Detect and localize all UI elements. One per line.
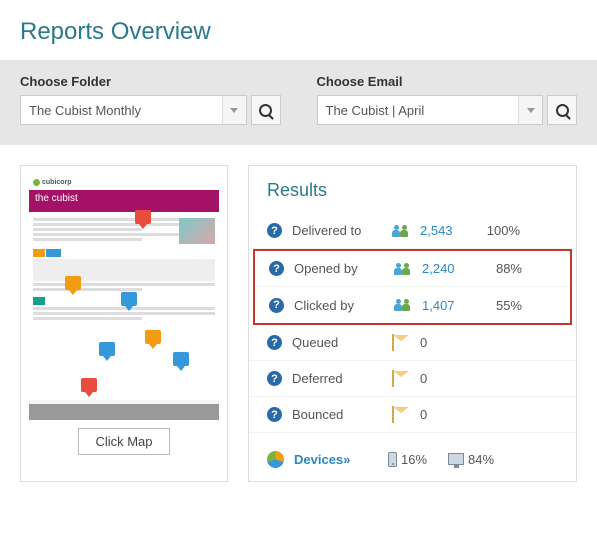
stat-pct: 55% <box>476 298 522 313</box>
email-search-button[interactable] <box>547 95 577 125</box>
highlight-box: ? Opened by 2,240 88% ? Clicked by 1,407… <box>253 249 572 325</box>
heatmap-pin-icon <box>99 342 115 356</box>
stat-pct: 88% <box>476 261 522 276</box>
heatmap-pin-icon <box>145 330 161 344</box>
folder-dropdown[interactable]: The Cubist Monthly <box>20 95 247 125</box>
email-filter: Choose Email The Cubist | April <box>317 74 578 125</box>
stat-row-delivered: ? Delivered to 2,543 100% <box>249 213 576 249</box>
help-icon[interactable]: ? <box>267 371 282 386</box>
heatmap-pin-icon <box>81 378 97 392</box>
stat-value[interactable]: 1,407 <box>422 298 476 313</box>
stat-value: 0 <box>420 371 474 386</box>
help-icon[interactable]: ? <box>269 261 284 276</box>
search-icon <box>259 104 272 117</box>
results-panel: Results ? Delivered to 2,543 100% ? Open… <box>248 165 577 482</box>
preview-panel: cubicorp the cubist <box>20 165 228 482</box>
chevron-down-icon <box>222 96 246 124</box>
email-value: The Cubist | April <box>326 103 425 118</box>
stat-pct: 100% <box>474 223 520 238</box>
stat-value[interactable]: 2,240 <box>422 261 476 276</box>
thumb-brand: cubicorp <box>42 179 72 186</box>
stat-label: Delivered to <box>292 223 392 238</box>
mobile-pct: 16% <box>401 452 427 467</box>
help-icon[interactable]: ? <box>267 223 282 238</box>
email-dropdown[interactable]: The Cubist | April <box>317 95 544 125</box>
stat-value[interactable]: 2,543 <box>420 223 474 238</box>
stat-label: Opened by <box>294 261 394 276</box>
folder-filter: Choose Folder The Cubist Monthly <box>20 74 281 125</box>
stat-row-queued: ? Queued 0 <box>249 325 576 361</box>
desktop-icon <box>448 453 464 465</box>
search-icon <box>556 104 569 117</box>
logo-icon <box>33 179 40 186</box>
devices-row: Devices» 16% 84% <box>249 437 576 481</box>
email-label: Choose Email <box>317 74 578 89</box>
stat-row-opened: ? Opened by 2,240 88% <box>255 251 570 287</box>
stat-label: Clicked by <box>294 298 394 313</box>
stat-value: 0 <box>420 407 474 422</box>
stat-value: 0 <box>420 335 474 350</box>
pie-chart-icon <box>267 451 284 468</box>
stat-label: Deferred <box>292 371 392 386</box>
click-map-button[interactable]: Click Map <box>78 428 169 455</box>
help-icon[interactable]: ? <box>267 407 282 422</box>
heatmap-pin-icon <box>121 292 137 306</box>
page-title: Reports Overview <box>0 0 597 60</box>
envelope-icon <box>392 406 394 423</box>
folder-value: The Cubist Monthly <box>29 103 141 118</box>
people-icon <box>394 299 422 311</box>
envelope-icon <box>392 370 394 387</box>
stat-row-deferred: ? Deferred 0 <box>249 361 576 397</box>
folder-search-button[interactable] <box>251 95 281 125</box>
envelope-icon <box>392 334 394 351</box>
help-icon[interactable]: ? <box>269 298 284 313</box>
heatmap-pin-icon <box>135 210 151 224</box>
stat-label: Bounced <box>292 407 392 422</box>
thumb-banner: the cubist <box>29 190 219 212</box>
heatmap-pin-icon <box>173 352 189 366</box>
email-thumbnail: cubicorp the cubist <box>29 174 219 420</box>
help-icon[interactable]: ? <box>267 335 282 350</box>
people-icon <box>392 225 420 237</box>
chevron-down-icon <box>518 96 542 124</box>
people-icon <box>394 263 422 275</box>
stat-row-clicked: ? Clicked by 1,407 55% <box>255 287 570 323</box>
heatmap-pin-icon <box>65 276 81 290</box>
mobile-icon <box>388 452 397 467</box>
desktop-pct: 84% <box>468 452 494 467</box>
stat-label: Queued <box>292 335 392 350</box>
results-heading: Results <box>249 178 576 213</box>
stat-row-bounced: ? Bounced 0 <box>249 397 576 433</box>
filter-bar: Choose Folder The Cubist Monthly Choose … <box>0 60 597 145</box>
devices-link[interactable]: Devices» <box>294 452 388 467</box>
folder-label: Choose Folder <box>20 74 281 89</box>
